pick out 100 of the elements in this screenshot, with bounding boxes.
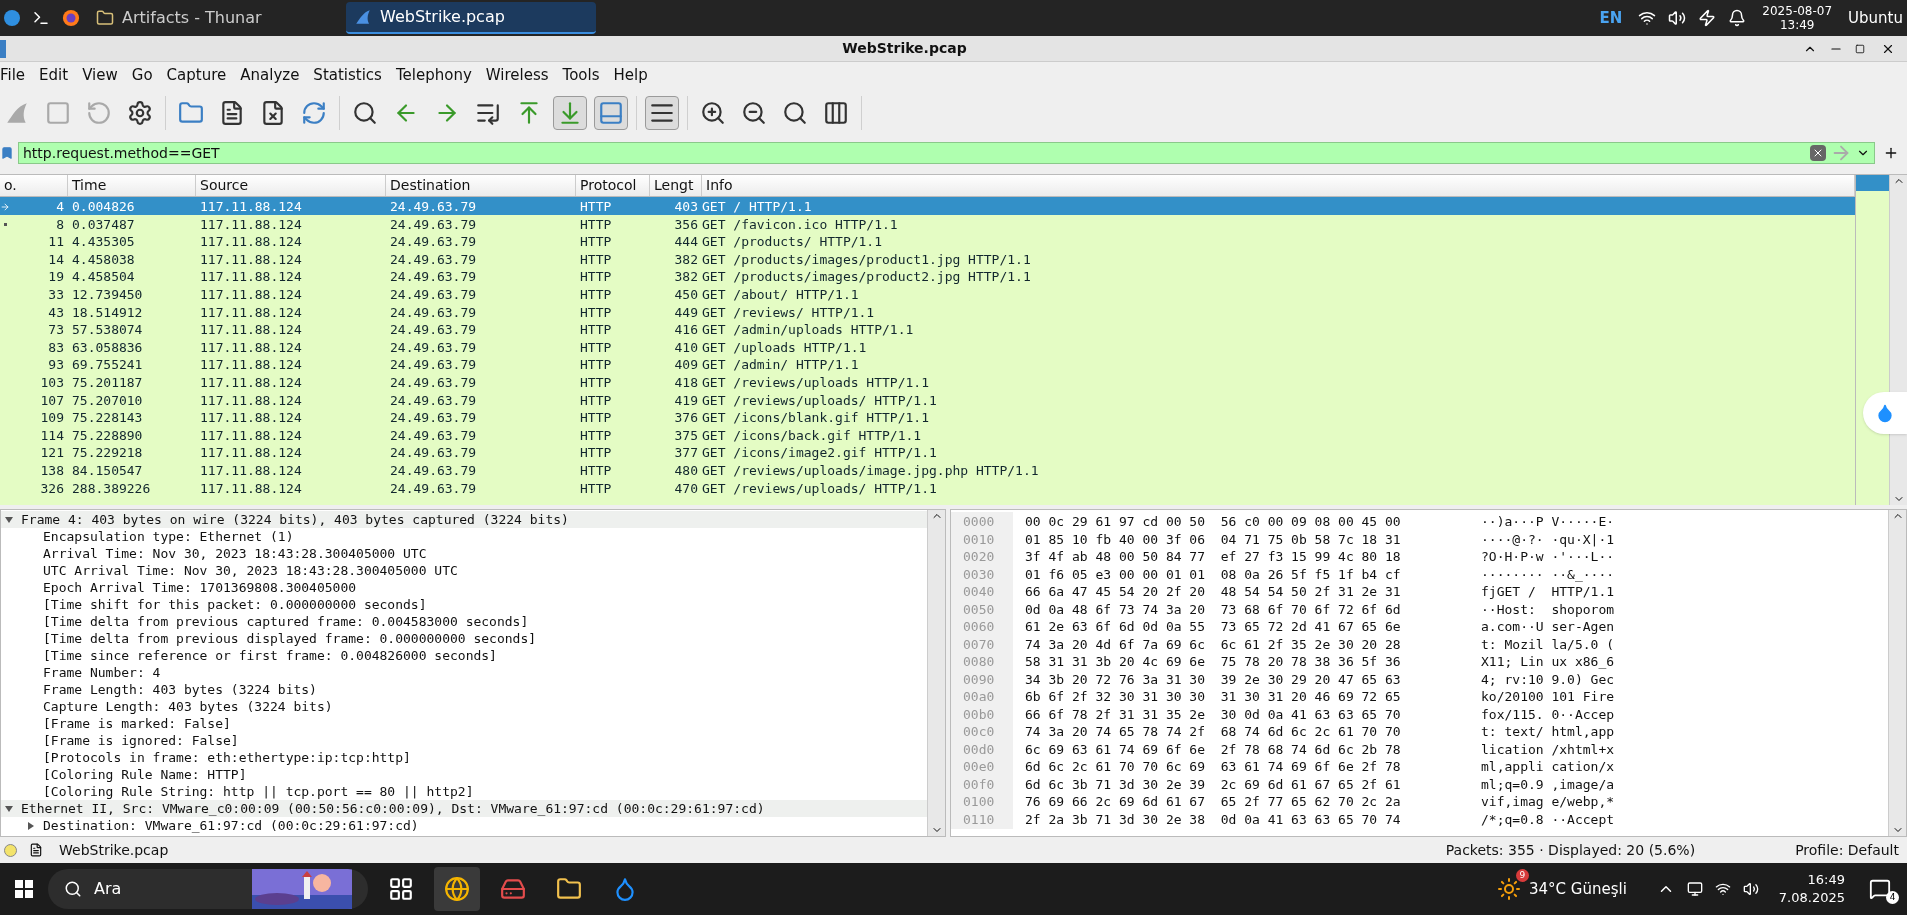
clock-date[interactable]: 7.08.2025 [1778, 889, 1845, 907]
packet-source: 117.11.88.124 [199, 215, 303, 234]
column-header[interactable]: Protocol [576, 175, 650, 196]
monitor-icon[interactable] [1686, 881, 1703, 897]
packet-number: 109 [40, 409, 64, 428]
expanded-arrow-icon[interactable] [5, 515, 13, 524]
hex-bytes: 6b 6f 2f 32 30 31 30 30 31 30 31 20 46 69 72 65 [1025, 688, 1402, 706]
hex-bytes: 74 3a 20 74 65 78 74 2f 68 74 6d 6c 2c 61 70 70 [1025, 723, 1402, 741]
packet-row[interactable]: 107 75.207010 117.11.88.124 24.49.63.79 HTTP 419 GET /reviews/uploads/ HTTP/1.1 [0, 390, 1855, 409]
packet-info: GET /admin/uploads HTTP/1.1 [702, 321, 915, 340]
packet-row[interactable]: 19 4.458504 117.11.88.124 24.49.63.79 HTTP 382 GET /products/images/product2.jpg HTTP/1.1 [0, 267, 1855, 285]
search-icon [352, 100, 378, 126]
wifi-icon[interactable] [1638, 9, 1657, 27]
clear-icon[interactable] [1810, 145, 1826, 161]
packet-protocol: HTTP [579, 285, 613, 304]
packet-row[interactable]: 11 4.435305 117.11.88.124 24.49.63.79 HTTP 444 GET /products/ HTTP/1.1 [0, 232, 1855, 250]
column-header[interactable]: Time [68, 175, 196, 196]
packet-row[interactable]: 138 84.150547 117.11.88.124 24.49.63.79 HTTP 480 GET /reviews/uploads/image.jpg.php HTTP/1.1 [0, 460, 1855, 479]
packet-row[interactable]: 114 75.228890 117.11.88.124 24.49.63.79 HTTP 375 GET /icons/back.gif HTTP/1.1 [0, 425, 1855, 444]
fox-icon[interactable] [62, 9, 80, 27]
toolbar-button[interactable] [645, 96, 679, 130]
packet-destination: 24.49.63.79 [389, 215, 478, 234]
weather-text[interactable]: 34°C Güneşli [1528, 877, 1627, 901]
bell-icon[interactable] [1728, 9, 1747, 27]
packet-row[interactable]: 109 75.228143 117.11.88.124 24.49.63.79 HTTP 376 GET /icons/blank.gif HTTP/1.1 [0, 408, 1855, 426]
ascii-bytes: vif,imag e/webp,* [1481, 793, 1615, 811]
taskbar-search[interactable]: Ara [48, 869, 368, 909]
packet-row[interactable]: 43 18.514912 117.11.88.124 24.49.63.79 HTTP 449 GET /reviews/ HTTP/1.1 [0, 302, 1855, 321]
floating-droplet-button[interactable] [1863, 392, 1907, 434]
maximize-icon[interactable] [1855, 43, 1865, 54]
volume-icon[interactable] [1668, 9, 1687, 27]
logo-icon[interactable] [4, 10, 20, 26]
packet-info: GET /icons/back.gif HTTP/1.1 [702, 426, 923, 445]
packet-time: 69.755241 [71, 356, 144, 375]
add-icon[interactable] [1883, 145, 1899, 161]
packet-row[interactable]: 33 12.739450 117.11.88.124 24.49.63.79 HTTP 450 GET /about/ HTTP/1.1 [0, 284, 1855, 303]
packet-row[interactable]: 83 63.058836 117.11.88.124 24.49.63.79 HTTP 410 GET /uploads HTTP/1.1 [0, 337, 1855, 356]
scrollbar[interactable] [927, 510, 945, 836]
menu-item[interactable]: Telephony [395, 63, 472, 87]
menu-item[interactable]: Edit [39, 63, 69, 87]
packet-info: GET /icons/blank.gif HTTP/1.1 [702, 409, 930, 428]
column-header[interactable]: Lengt [650, 175, 702, 196]
windows-icon[interactable] [14, 879, 34, 899]
volume-icon[interactable] [1742, 881, 1759, 897]
column-header[interactable]: Source [196, 175, 386, 196]
search-icon [64, 880, 82, 898]
collapsed-arrow-icon[interactable] [27, 821, 35, 830]
column-header[interactable]: o. [0, 175, 68, 196]
packet-protocol: HTTP [579, 356, 613, 375]
sun-icon[interactable] [1496, 877, 1521, 901]
packet-number: 11 [48, 233, 64, 252]
packet-destination: 24.49.63.79 [389, 409, 478, 428]
menu-item[interactable]: Statistics [313, 63, 382, 87]
edit-comment-icon[interactable] [29, 843, 43, 857]
packet-row[interactable]: 73 57.538074 117.11.88.124 24.49.63.79 HTTP 416 GET /admin/uploads HTTP/1.1 [0, 320, 1855, 338]
terminal-icon[interactable] [32, 9, 50, 27]
ascii-bytes: fjGET / HTTP/1.1 [1481, 583, 1615, 601]
stop-icon [45, 100, 71, 126]
packet-length: 376 [673, 409, 699, 428]
menu-item[interactable]: Analyze [240, 63, 300, 87]
packet-info: GET /icons/image2.gif HTTP/1.1 [702, 444, 938, 463]
ascii-bytes: t: Mozil la/5.0 ( [1481, 635, 1615, 654]
menu-item[interactable]: View [82, 63, 118, 87]
status-indicator-icon[interactable] [4, 843, 17, 857]
menu-item[interactable]: File [0, 63, 26, 87]
clock-time[interactable]: 16:49 [1807, 871, 1845, 889]
display-filter-field[interactable]: http.request.method==GET [18, 142, 1875, 164]
menu-item[interactable]: Help [613, 63, 648, 87]
wifi-icon[interactable] [1714, 881, 1731, 897]
scrollbar[interactable] [1888, 510, 1906, 836]
notifications-icon[interactable] [1869, 878, 1891, 900]
packet-row[interactable]: 93 69.755241 117.11.88.124 24.49.63.79 HTTP 409 GET /admin/ HTTP/1.1 [0, 355, 1855, 373]
packet-row[interactable]: 14 4.458038 117.11.88.124 24.49.63.79 HTTP 382 GET /products/images/product1.jpg HTTP/1.1 [0, 249, 1855, 268]
packet-row[interactable]: 121 75.229218 117.11.88.124 24.49.63.79 HTTP 377 GET /icons/image2.gif HTTP/1.1 [0, 443, 1855, 461]
packet-minimap[interactable] [1855, 175, 1889, 505]
taskbar-app[interactable] [434, 867, 480, 911]
bookmark-icon[interactable] [0, 146, 14, 160]
window-icon [0, 39, 6, 58]
packet-info: GET /reviews/ HTTP/1.1 [702, 303, 876, 322]
restart-icon [86, 100, 112, 126]
hex-bytes: 0d 0a 48 6f 73 74 3a 20 73 68 6f 70 6f 72 6f 6d [1025, 600, 1402, 619]
panel-task[interactable]: WebStrike.pcap [346, 2, 596, 34]
menu-item[interactable]: Go [131, 63, 153, 87]
detail-line[interactable]: Destination: VMware_61:97:cd (00:0c:29:61:97:cd) [43, 815, 419, 836]
byte-offset: 00c0 [951, 722, 1013, 742]
user-name[interactable]: Ubuntu [1848, 6, 1903, 30]
packet-destination: 24.49.63.79 [389, 356, 478, 375]
packet-row[interactable]: 4 0.004826 117.11.88.124 24.49.63.79 HTTP 403 GET / HTTP/1.1 [0, 197, 1855, 215]
keyboard-layout[interactable]: EN [1599, 6, 1623, 30]
packet-source: 117.11.88.124 [199, 479, 303, 498]
bolt-icon[interactable] [1698, 9, 1717, 27]
packet-row[interactable]: 103 75.201187 117.11.88.124 24.49.63.79 HTTP 418 GET /reviews/uploads HTTP/1.1 [0, 372, 1855, 391]
expanded-arrow-icon[interactable] [5, 804, 13, 813]
menu-item[interactable]: Tools [562, 63, 600, 87]
packet-row[interactable]: 8 0.037487 117.11.88.124 24.49.63.79 HTTP 356 GET /favicon.ico HTTP/1.1 [0, 214, 1855, 233]
packet-row[interactable]: 326 288.389226 117.11.88.124 24.49.63.79 HTTP 470 GET /reviews/uploads/ HTTP/1.1 [0, 478, 1855, 497]
panel-task[interactable]: Artifacts - Thunar [88, 2, 338, 34]
menu-item[interactable]: Capture [166, 63, 227, 87]
column-header[interactable]: Destination [386, 175, 576, 196]
menu-item[interactable]: Wireless [485, 63, 549, 87]
